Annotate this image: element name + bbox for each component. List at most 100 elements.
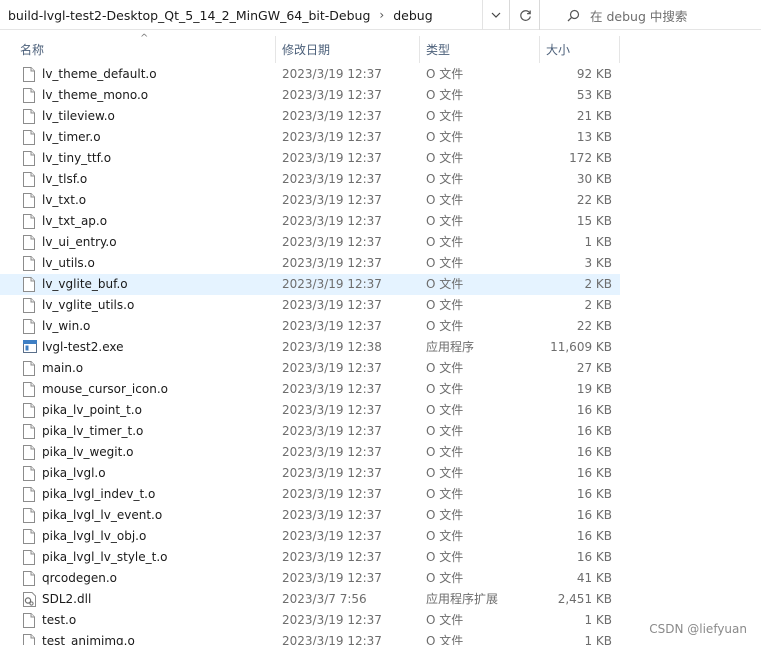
chevron-down-icon xyxy=(491,12,500,18)
file-type: O 文件 xyxy=(426,277,464,291)
file-size: 2 KB xyxy=(584,277,612,291)
file-modified-date: 2023/3/19 12:37 xyxy=(282,319,382,333)
file-size: 41 KB xyxy=(576,571,612,585)
file-name: lv_txt.o xyxy=(42,193,87,207)
file-modified-date: 2023/3/19 12:37 xyxy=(282,214,382,228)
breadcrumb-item-build-folder[interactable]: build-lvgl-test2-Desktop_Qt_5_14_2_MinGW… xyxy=(8,8,370,23)
refresh-button[interactable] xyxy=(512,0,540,30)
file-name: main.o xyxy=(42,361,84,375)
file-type: O 文件 xyxy=(426,634,464,645)
chevron-right-icon: › xyxy=(379,8,385,22)
file-row[interactable]: pika_lvgl_lv_obj.o 2023/3/19 12:37 O 文件 16 … xyxy=(0,526,620,547)
file-row[interactable]: SDL2.dll 2023/3/7 7:56 应用程序扩展 2,451 KB xyxy=(0,589,620,610)
file-name: qrcodegen.o xyxy=(42,571,117,585)
search-icon xyxy=(567,9,580,21)
file-icon xyxy=(23,529,35,544)
file-row[interactable]: lv_txt_ap.o 2023/3/19 12:37 O 文件 15 KB xyxy=(0,211,620,232)
column-header-row: ^ 名称 修改日期 类型 大小 xyxy=(0,33,620,63)
file-row[interactable]: test_animimg.o 2023/3/19 12:37 O 文件 1 KB xyxy=(0,631,620,645)
breadcrumb[interactable]: build-lvgl-test2-Desktop_Qt_5_14_2_MinGW… xyxy=(0,0,510,30)
file-icon xyxy=(23,298,35,313)
file-row[interactable]: pika_lv_wegit.o 2023/3/19 12:37 O 文件 16 KB xyxy=(0,442,620,463)
file-row[interactable]: lv_timer.o 2023/3/19 12:37 O 文件 13 KB xyxy=(0,127,620,148)
watermark: CSDN @liefyuan xyxy=(649,622,747,636)
file-modified-date: 2023/3/19 12:37 xyxy=(282,550,382,564)
file-size: 16 KB xyxy=(576,508,612,522)
file-modified-date: 2023/3/19 12:37 xyxy=(282,109,382,123)
file-modified-date: 2023/3/19 12:37 xyxy=(282,172,382,186)
file-row[interactable]: main.o 2023/3/19 12:37 O 文件 27 KB xyxy=(0,358,620,379)
file-modified-date: 2023/3/19 12:37 xyxy=(282,277,382,291)
file-modified-date: 2023/3/19 12:37 xyxy=(282,88,382,102)
file-icon xyxy=(23,445,35,460)
file-row[interactable]: pika_lv_timer_t.o 2023/3/19 12:37 O 文件 16 K… xyxy=(0,421,620,442)
file-name: test_animimg.o xyxy=(42,634,135,645)
file-icon xyxy=(23,487,35,502)
file-icon xyxy=(23,277,35,292)
file-icon xyxy=(23,130,35,145)
file-type: O 文件 xyxy=(426,298,464,312)
file-size: 30 KB xyxy=(576,172,612,186)
file-icon xyxy=(23,424,35,439)
file-size: 16 KB xyxy=(576,403,612,417)
file-name: lv_tileview.o xyxy=(42,109,115,123)
file-name: pika_lv_point_t.o xyxy=(42,403,142,417)
file-size: 11,609 KB xyxy=(550,340,612,354)
file-row[interactable]: pika_lvgl_lv_style_t.o 2023/3/19 12:37 O 文… xyxy=(0,547,620,568)
file-row[interactable]: pika_lvgl.o 2023/3/19 12:37 O 文件 16 KB xyxy=(0,463,620,484)
file-row[interactable]: lv_tileview.o 2023/3/19 12:37 O 文件 21 KB xyxy=(0,106,620,127)
file-icon xyxy=(23,613,35,628)
file-modified-date: 2023/3/19 12:37 xyxy=(282,256,382,270)
file-row[interactable]: mouse_cursor_icon.o 2023/3/19 12:37 O 文件 19… xyxy=(0,379,620,400)
file-icon xyxy=(23,466,35,481)
file-size: 2 KB xyxy=(584,298,612,312)
file-size: 3 KB xyxy=(584,256,612,270)
file-icon xyxy=(23,571,35,586)
address-history-button[interactable] xyxy=(482,0,508,30)
file-row[interactable]: lv_txt.o 2023/3/19 12:37 O 文件 22 KB xyxy=(0,190,620,211)
file-row[interactable]: lv_tiny_ttf.o 2023/3/19 12:37 O 文件 172 KB xyxy=(0,148,620,169)
file-row[interactable]: lv_vglite_buf.o 2023/3/19 12:37 O 文件 2 KB xyxy=(0,274,620,295)
file-name: pika_lv_wegit.o xyxy=(42,445,134,459)
breadcrumb-item-debug[interactable]: debug xyxy=(393,8,432,23)
file-type: O 文件 xyxy=(426,109,464,123)
file-row[interactable]: pika_lvgl_lv_event.o 2023/3/19 12:37 O 文件 1… xyxy=(0,505,620,526)
file-row[interactable]: pika_lvgl_indev_t.o 2023/3/19 12:37 O 文件 16… xyxy=(0,484,620,505)
file-name: mouse_cursor_icon.o xyxy=(42,382,168,396)
file-name: lv_theme_mono.o xyxy=(42,88,149,102)
column-header-size[interactable]: 大小 xyxy=(540,36,620,63)
file-row[interactable]: lv_vglite_utils.o 2023/3/19 12:37 O 文件 2 KB xyxy=(0,295,620,316)
file-name: lv_utils.o xyxy=(42,256,95,270)
column-header-date[interactable]: 修改日期 xyxy=(276,36,420,63)
file-row[interactable]: pika_lv_point_t.o 2023/3/19 12:37 O 文件 16 K… xyxy=(0,400,620,421)
file-name: lv_win.o xyxy=(42,319,91,333)
file-size: 92 KB xyxy=(576,67,612,81)
file-name: pika_lvgl.o xyxy=(42,466,106,480)
address-bar: build-lvgl-test2-Desktop_Qt_5_14_2_MinGW… xyxy=(0,0,761,30)
file-type: O 文件 xyxy=(426,88,464,102)
file-row[interactable]: test.o 2023/3/19 12:37 O 文件 1 KB xyxy=(0,610,620,631)
file-name: pika_lvgl_indev_t.o xyxy=(42,487,156,501)
file-row[interactable]: lvgl-test2.exe 2023/3/19 12:38 应用程序 11,609 … xyxy=(0,337,620,358)
file-row[interactable]: lv_tlsf.o 2023/3/19 12:37 O 文件 30 KB xyxy=(0,169,620,190)
column-header-type[interactable]: 类型 xyxy=(420,36,540,63)
file-row[interactable]: lv_theme_default.o 2023/3/19 12:37 O 文件 92 … xyxy=(0,64,620,85)
file-size: 2,451 KB xyxy=(557,592,612,606)
file-row[interactable]: qrcodegen.o 2023/3/19 12:37 O 文件 41 KB xyxy=(0,568,620,589)
file-name: lv_vglite_utils.o xyxy=(42,298,135,312)
file-row[interactable]: lv_win.o 2023/3/19 12:37 O 文件 22 KB xyxy=(0,316,620,337)
file-size: 19 KB xyxy=(576,382,612,396)
file-icon xyxy=(23,151,35,166)
search-box[interactable]: 在 debug 中搜索 xyxy=(555,0,761,30)
file-size: 22 KB xyxy=(576,319,612,333)
file-row[interactable]: lv_ui_entry.o 2023/3/19 12:37 O 文件 1 KB xyxy=(0,232,620,253)
file-name: pika_lvgl_lv_event.o xyxy=(42,508,163,522)
file-icon xyxy=(23,634,35,645)
file-row[interactable]: lv_theme_mono.o 2023/3/19 12:37 O 文件 53 KB xyxy=(0,85,620,106)
file-modified-date: 2023/3/19 12:37 xyxy=(282,424,382,438)
column-header-name[interactable]: 名称 xyxy=(0,36,276,63)
file-row[interactable]: lv_utils.o 2023/3/19 12:37 O 文件 3 KB xyxy=(0,253,620,274)
file-modified-date: 2023/3/19 12:37 xyxy=(282,529,382,543)
file-type: O 文件 xyxy=(426,67,464,81)
file-icon xyxy=(23,319,35,334)
